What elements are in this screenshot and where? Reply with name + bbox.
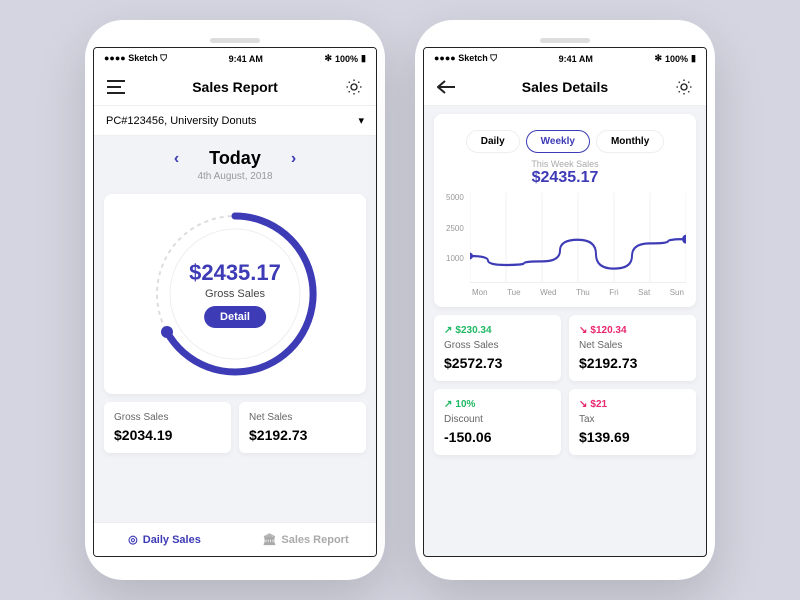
trend-down-icon: ↘: [579, 325, 587, 336]
clock-label: 9:41 AM: [559, 54, 593, 64]
navbar: Sales Report: [94, 69, 376, 106]
y-axis-labels: 5000 2500 1000: [446, 193, 464, 263]
net-sales-card[interactable]: Net Sales $2192.73: [239, 402, 366, 453]
status-bar: ●●●● Sketch ⛉ 9:41 AM ✻ 100% ▮: [424, 48, 706, 69]
card-value: $2192.73: [249, 427, 356, 443]
gross-sales-gauge: $2435.17 Gross Sales Detail: [145, 204, 325, 384]
gauge-label: Gross Sales: [189, 288, 281, 300]
carrier-label: ●●●● Sketch ⛉: [434, 53, 497, 64]
summary-cards: Gross Sales $2034.19 Net Sales $2192.73: [104, 402, 366, 453]
change-down: ↘$120.34: [579, 325, 686, 336]
location-label: PC#123456, University Donuts: [106, 115, 256, 127]
change-up: ↗$230.34: [444, 325, 551, 336]
card-value: -150.06: [444, 429, 551, 445]
period-segmented: Daily Weekly Monthly: [444, 124, 686, 159]
tab-label: Sales Report: [281, 534, 348, 546]
card-value: $2034.19: [114, 427, 221, 443]
chart-area: 5000 2500 1000 MonTueWedThuFriSatSun: [444, 193, 686, 297]
date-navigator: ‹ Today › 4th August, 2018: [104, 144, 366, 186]
page-title: Sales Details: [522, 79, 608, 95]
phone-speaker: [540, 38, 590, 43]
card-value: $2192.73: [579, 355, 686, 371]
seg-monthly[interactable]: Monthly: [596, 130, 664, 153]
gear-icon[interactable]: [674, 77, 694, 97]
gross-sales-card[interactable]: ↗$230.34 Gross Sales $2572.73: [434, 315, 561, 381]
card-label: Gross Sales: [444, 340, 551, 351]
screen: ●●●● Sketch ⛉ 9:41 AM ✻ 100% ▮ Sales Det…: [423, 47, 707, 557]
next-day-icon[interactable]: ›: [291, 150, 296, 168]
menu-icon[interactable]: [106, 77, 126, 97]
location-dropdown[interactable]: PC#123456, University Donuts ▾: [94, 106, 376, 136]
gear-icon[interactable]: [344, 77, 364, 97]
metric-row-2: ↗10% Discount -150.06 ↘$21 Tax $139.69: [434, 389, 696, 455]
screen: ●●●● Sketch ⛉ 9:41 AM ✻ 100% ▮ Sales Rep…: [93, 47, 377, 557]
detail-button[interactable]: Detail: [204, 306, 266, 328]
card-label: Gross Sales: [114, 412, 221, 423]
chart-card: Daily Weekly Monthly This Week Sales $24…: [434, 114, 696, 307]
trend-up-icon: ↗: [444, 399, 452, 410]
change-down: ↘$21: [579, 399, 686, 410]
tab-label: Daily Sales: [143, 534, 201, 546]
card-value: $139.69: [579, 429, 686, 445]
x-axis-labels: MonTueWedThuFriSatSun: [470, 288, 686, 297]
trend-up-icon: ↗: [444, 325, 452, 336]
back-icon[interactable]: [436, 77, 456, 97]
card-label: Net Sales: [249, 412, 356, 423]
phone-sales-report: ●●●● Sketch ⛉ 9:41 AM ✻ 100% ▮ Sales Rep…: [85, 20, 385, 580]
bottom-tabs: ◎ Daily Sales 🏛 Sales Report: [94, 522, 376, 556]
navbar: Sales Details: [424, 69, 706, 106]
gross-sales-card[interactable]: Gross Sales $2034.19: [104, 402, 231, 453]
net-sales-card[interactable]: ↘$120.34 Net Sales $2192.73: [569, 315, 696, 381]
card-label: Discount: [444, 414, 551, 425]
trend-down-icon: ↘: [579, 399, 587, 410]
date-label: Today: [209, 148, 261, 169]
gauge-amount: $2435.17: [189, 260, 281, 286]
card-value: $2572.73: [444, 355, 551, 371]
tax-card[interactable]: ↘$21 Tax $139.69: [569, 389, 696, 455]
status-right: ✻ 100% ▮: [324, 53, 366, 64]
discount-card[interactable]: ↗10% Discount -150.06: [434, 389, 561, 455]
page-title: Sales Report: [192, 79, 278, 95]
status-bar: ●●●● Sketch ⛉ 9:41 AM ✻ 100% ▮: [94, 48, 376, 69]
chart-title: This Week Sales: [444, 159, 686, 169]
seg-weekly[interactable]: Weekly: [526, 130, 590, 153]
chart-amount: $2435.17: [444, 169, 686, 187]
prev-day-icon[interactable]: ‹: [174, 150, 179, 168]
content: ‹ Today › 4th August, 2018 $2435.17 Gros…: [94, 136, 376, 522]
seg-daily[interactable]: Daily: [466, 130, 520, 153]
dollar-icon: ◎: [128, 533, 138, 546]
tab-sales-report[interactable]: 🏛 Sales Report: [235, 523, 376, 556]
card-label: Net Sales: [579, 340, 686, 351]
phone-speaker: [210, 38, 260, 43]
carrier-label: ●●●● Sketch ⛉: [104, 53, 167, 64]
change-up: ↗10%: [444, 399, 551, 410]
phone-sales-details: ●●●● Sketch ⛉ 9:41 AM ✻ 100% ▮ Sales Det…: [415, 20, 715, 580]
status-right: ✻ 100% ▮: [654, 53, 696, 64]
clock-label: 9:41 AM: [229, 54, 263, 64]
content: Daily Weekly Monthly This Week Sales $24…: [424, 106, 706, 556]
metric-row-1: ↗$230.34 Gross Sales $2572.73 ↘$120.34 N…: [434, 315, 696, 381]
building-icon: 🏛: [262, 533, 276, 546]
tab-daily-sales[interactable]: ◎ Daily Sales: [94, 523, 235, 556]
card-label: Tax: [579, 414, 686, 425]
line-chart: [470, 193, 686, 283]
chevron-down-icon: ▾: [358, 114, 364, 127]
gauge-card: $2435.17 Gross Sales Detail: [104, 194, 366, 394]
date-sub: 4th August, 2018: [104, 171, 366, 182]
